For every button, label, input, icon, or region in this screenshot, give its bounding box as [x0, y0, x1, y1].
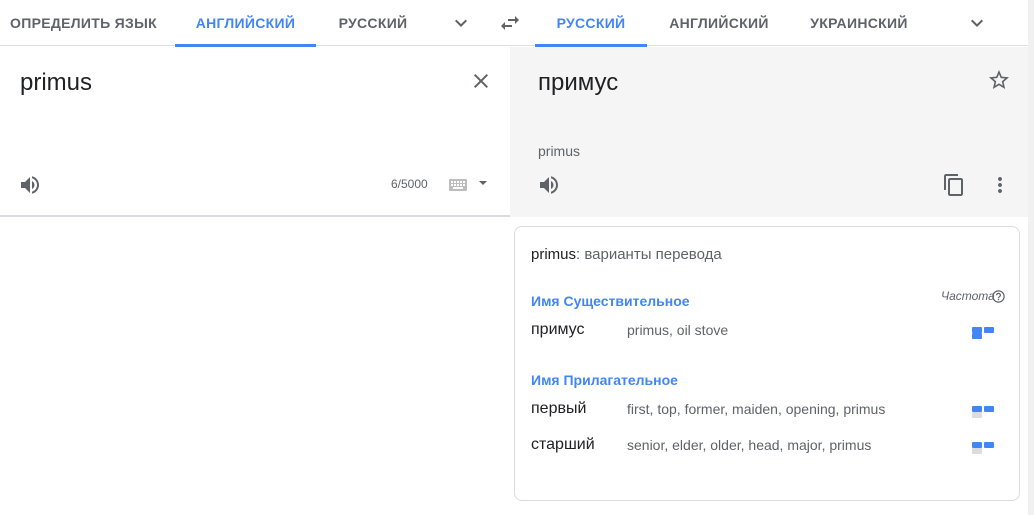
- frequency-segment: [984, 406, 994, 412]
- chevron-down-icon[interactable]: [965, 11, 989, 35]
- speaker-icon[interactable]: [18, 173, 42, 197]
- entry-synonyms: first, top, former, maiden, opening, pri…: [627, 401, 886, 417]
- dictionary-entry: примус primus, oil stove: [531, 319, 1009, 343]
- scrollbar[interactable]: [1028, 0, 1034, 515]
- entry-word[interactable]: первый: [531, 400, 586, 418]
- copy-icon[interactable]: [942, 173, 966, 197]
- dictionary-card: primus: варианты перевода Частота Имя Су…: [514, 226, 1020, 501]
- frequency-segment: [984, 442, 994, 448]
- chevron-down-icon[interactable]: [449, 11, 473, 35]
- translation-output: примус: [538, 69, 619, 96]
- dictionary-entry: старший senior, elder, older, head, majo…: [531, 434, 1009, 458]
- entry-word[interactable]: примус: [531, 321, 585, 339]
- frequency-segment: [972, 448, 982, 454]
- target-panel: примус primus: [510, 47, 1028, 217]
- tab-source-russian[interactable]: РУССКИЙ: [322, 0, 424, 46]
- help-icon[interactable]: [991, 289, 1006, 304]
- language-bar: ОПРЕДЕЛИТЬ ЯЗЫК АНГЛИЙСКИЙ РУССКИЙ РУССК…: [0, 0, 1028, 47]
- entry-synonyms: senior, elder, older, head, major, primu…: [627, 437, 872, 453]
- dictionary-heading: primus: варианты перевода: [531, 246, 722, 263]
- dictionary-heading-suffix: : варианты перевода: [576, 246, 722, 263]
- star-icon[interactable]: [987, 68, 1011, 92]
- speaker-icon[interactable]: [537, 173, 561, 197]
- source-panel: primus 6/5000: [0, 47, 510, 217]
- tab-target-ukrainian[interactable]: УКРАИНСКИЙ: [795, 0, 923, 46]
- transliteration: primus: [538, 143, 581, 159]
- tab-target-russian[interactable]: РУССКИЙ: [535, 0, 647, 47]
- tab-detect-language[interactable]: ОПРЕДЕЛИТЬ ЯЗЫК: [0, 0, 167, 46]
- frequency-bar: [972, 327, 1006, 339]
- character-counter: 6/5000: [391, 177, 428, 191]
- tab-source-english[interactable]: АНГЛИЙСКИЙ: [175, 0, 316, 47]
- dictionary-headword: primus: [531, 246, 577, 263]
- source-text-input[interactable]: primus: [20, 69, 92, 97]
- keyboard-menu-arrow-icon[interactable]: [478, 179, 488, 187]
- part-of-speech-adjective: Имя Прилагательное: [531, 372, 678, 388]
- entry-synonyms: primus, oil stove: [627, 322, 729, 338]
- frequency-segment: [984, 327, 994, 333]
- part-of-speech-noun: Имя Существительное: [531, 293, 690, 309]
- more-vert-icon[interactable]: [988, 173, 1012, 197]
- dictionary-entry: первый first, top, former, maiden, openi…: [531, 398, 1009, 422]
- swap-languages-icon[interactable]: [498, 11, 522, 35]
- frequency-label: Частота: [941, 289, 995, 303]
- frequency-bar: [972, 406, 1006, 418]
- frequency-segment: [972, 333, 982, 339]
- frequency-segment: [972, 412, 982, 418]
- keyboard-icon[interactable]: [449, 179, 467, 191]
- entry-word[interactable]: старший: [531, 436, 595, 454]
- close-icon[interactable]: [469, 69, 493, 93]
- tab-target-english[interactable]: АНГЛИЙСКИЙ: [656, 0, 782, 46]
- frequency-bar: [972, 442, 1006, 454]
